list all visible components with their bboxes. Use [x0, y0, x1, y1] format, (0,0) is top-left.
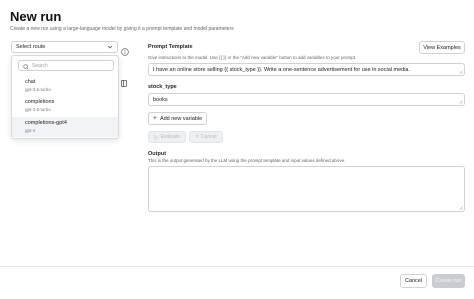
route-option-completions[interactable]: completions gpt-3.5-turbo: [12, 96, 118, 116]
route-option-name: chat: [25, 79, 36, 85]
route-option-completions-gpt4[interactable]: completions-gpt4 gpt-4: [12, 117, 118, 137]
stop-icon: ×: [195, 134, 199, 140]
view-examples-button[interactable]: View Examples: [419, 41, 465, 54]
search-input[interactable]: [32, 62, 112, 69]
prompt-template-value: I have an online store selling {{ stock_…: [153, 67, 411, 73]
output-label: Output: [148, 151, 167, 157]
page-title: New run: [10, 9, 62, 24]
prompt-template-label: Prompt Template: [148, 44, 193, 50]
add-variable-label: Add new variable: [159, 115, 203, 122]
collapse-panel-icon[interactable]: [121, 74, 127, 87]
cancel-evaluation-label: Cancel: [200, 134, 217, 140]
route-select-value: Select route: [16, 44, 46, 50]
play-icon: ▷: [153, 134, 159, 141]
cancel-button[interactable]: Cancel: [400, 274, 427, 288]
resize-handle-icon[interactable]: [459, 100, 463, 104]
output-helper: This is the output generated by the LLM …: [148, 158, 346, 163]
route-option-model: gpt-3.5-turbo: [25, 107, 51, 112]
page-subtitle: Create a new run using a large-language …: [10, 26, 234, 32]
create-run-button[interactable]: Create run: [432, 274, 465, 288]
search-box[interactable]: [18, 60, 114, 71]
variable-input-stock-type[interactable]: books: [148, 93, 465, 106]
route-select[interactable]: Select route: [11, 41, 118, 53]
resize-handle-icon[interactable]: [459, 70, 463, 74]
resize-handle-icon[interactable]: [459, 206, 463, 210]
route-dropdown: chat gpt-3.5-turbo completions gpt-3.5-t…: [11, 55, 119, 139]
variable-value: books: [153, 97, 168, 103]
prompt-template-helper: Give instructions to the model. Use {{ }…: [148, 55, 357, 60]
plus-icon: +: [152, 115, 157, 122]
route-option-model: gpt-4: [25, 128, 36, 133]
chevron-down-icon: [107, 44, 113, 50]
footer-divider: [0, 266, 474, 267]
output-textarea[interactable]: [148, 166, 465, 212]
route-option-model: gpt-3.5-turbo: [25, 87, 51, 92]
route-option-name: completions: [25, 99, 55, 105]
evaluate-label: Evaluate: [160, 134, 181, 140]
route-option-name: completions-gpt4: [25, 120, 67, 126]
prompt-template-input[interactable]: I have an online store selling {{ stock_…: [148, 63, 465, 76]
variable-label-stock-type: stock_type: [148, 84, 177, 90]
search-icon: [23, 57, 29, 75]
info-icon[interactable]: [121, 43, 129, 56]
cancel-evaluation-button[interactable]: × Cancel: [189, 131, 223, 143]
evaluate-button[interactable]: ▷ Evaluate: [148, 131, 186, 143]
route-option-chat[interactable]: chat gpt-3.5-turbo: [12, 76, 118, 96]
add-variable-button[interactable]: + Add new variable: [148, 112, 207, 125]
